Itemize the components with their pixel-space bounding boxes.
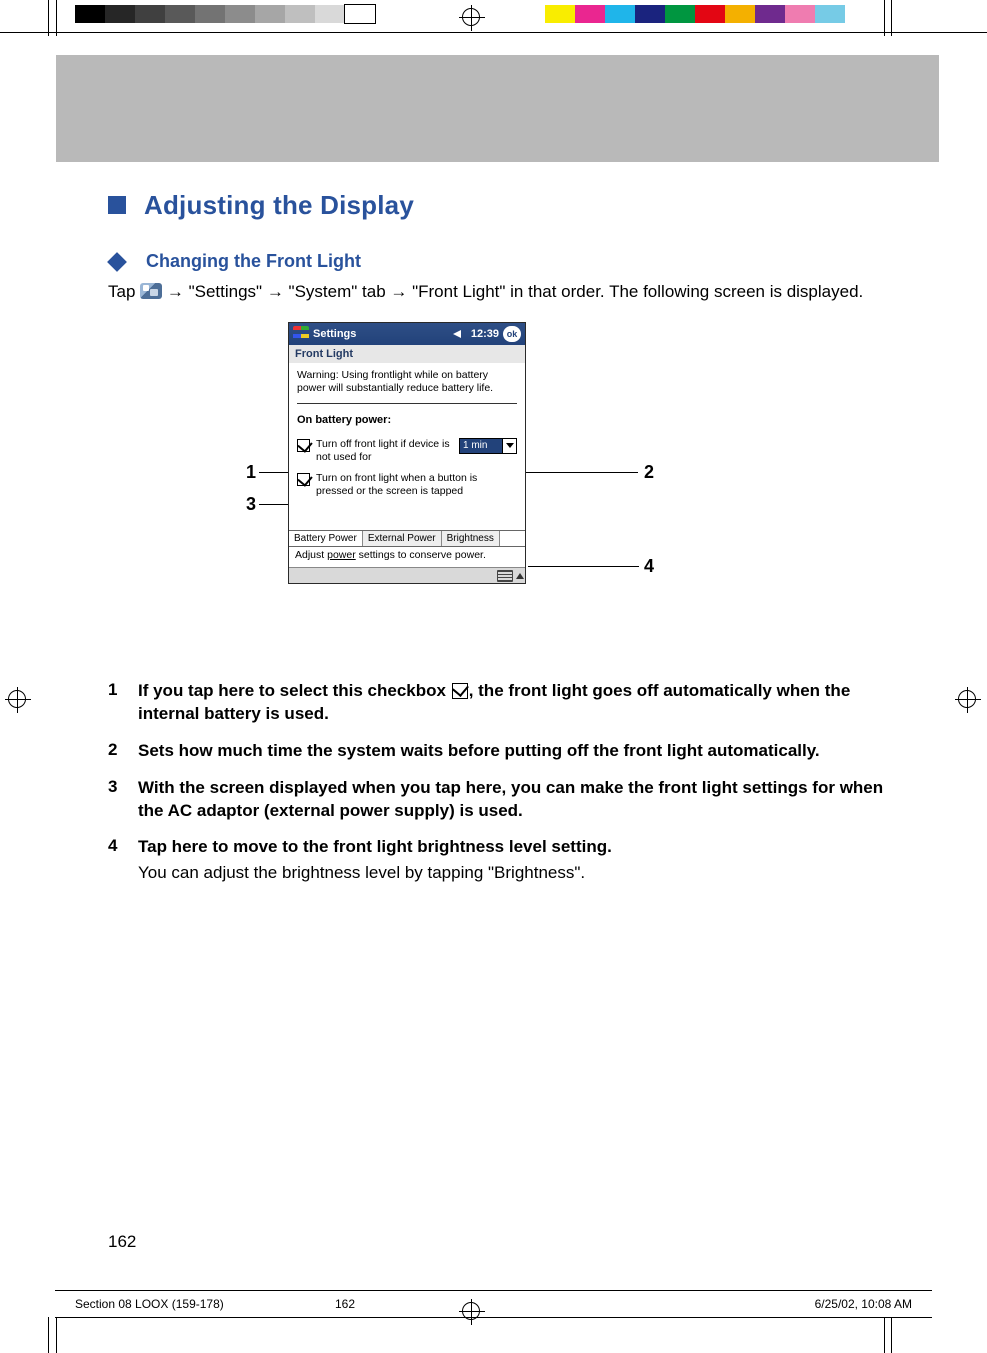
option-1-row: Turn off front light if device is not us… (297, 438, 517, 464)
content-area: Adjusting the Display Changing the Front… (108, 190, 888, 899)
crop-mark (48, 1317, 49, 1353)
diamond-bullet-icon (107, 252, 127, 272)
print-registration-top (0, 4, 987, 26)
divider (297, 403, 517, 404)
explain-body: With the screen displayed when you tap h… (138, 777, 888, 823)
grey-swatches (75, 5, 375, 23)
chevron-down-icon (502, 439, 516, 453)
explain-bold: With the screen displayed when you tap h… (138, 778, 883, 820)
power-link[interactable]: power (327, 549, 356, 561)
crop-mark (891, 0, 892, 36)
crop-mark (48, 0, 49, 36)
power-hint: Adjust power settings to conserve power. (289, 547, 525, 567)
explain-item: 1 If you tap here to select this checkbo… (108, 680, 888, 726)
tab-brightness[interactable]: Brightness (442, 531, 500, 546)
callout-number: 1 (246, 462, 256, 483)
checkbox-turn-on[interactable] (297, 473, 310, 486)
explain-item: 3 With the screen displayed when you tap… (108, 777, 888, 823)
hint-post: settings to conserve power. (356, 549, 486, 561)
page-root: Adjusting the Display Changing the Front… (0, 0, 987, 1353)
callout-number: 2 (644, 462, 654, 483)
page-number: 162 (108, 1232, 136, 1252)
checked-checkbox-icon (452, 683, 468, 699)
registration-mark-icon (462, 8, 480, 26)
device-bottombar (289, 567, 525, 583)
volume-icon[interactable] (453, 327, 467, 341)
on-battery-label: On battery power: (297, 414, 517, 428)
ok-button[interactable]: ok (503, 326, 521, 342)
crop-mark (0, 32, 987, 33)
checkbox-auto-off[interactable] (297, 439, 310, 452)
crop-mark (884, 0, 885, 36)
explain-num: 3 (108, 777, 138, 823)
option-2-row: Turn on front light when a button is pre… (297, 472, 517, 498)
callout-number: 4 (644, 556, 654, 577)
registration-mark-icon (8, 690, 26, 708)
registration-mark-icon (462, 1302, 480, 1320)
device-subtitle: Front Light (289, 345, 525, 363)
explain-body: If you tap here to select this checkbox … (138, 680, 888, 726)
option-2-text: Turn on front light when a button is pre… (316, 472, 517, 498)
timeout-dropdown[interactable]: 1 min (459, 438, 517, 454)
subsection-heading: Changing the Front Light (146, 251, 361, 272)
explain-item: 4 Tap here to move to the front light br… (108, 836, 888, 885)
crop-mark (56, 0, 57, 36)
device-title: Settings (313, 328, 453, 340)
registration-mark-icon (958, 690, 976, 708)
timeout-selected: 1 min (460, 439, 502, 453)
start-flag-icon[interactable] (293, 326, 309, 342)
explain-body: Sets how much time the system waits befo… (138, 740, 888, 763)
device-warning: Warning: Using frontlight while on batte… (297, 369, 517, 395)
explain-num: 2 (108, 740, 138, 763)
footer-timestamp: 6/25/02, 10:08 AM (815, 1297, 912, 1311)
screenshot-wrap: 1 2 3 4 Settings 12:39 o (108, 322, 888, 652)
device-titlebar: Settings 12:39 ok (289, 323, 525, 345)
section-heading-row: Adjusting the Display (108, 190, 888, 221)
explain-bold-pre: If you tap here to select this checkbox (138, 681, 451, 700)
device-tabs: Battery Power External Power Brightness (289, 530, 525, 547)
square-bullet-icon (108, 196, 126, 214)
section-heading: Adjusting the Display (144, 190, 414, 221)
explain-num: 4 (108, 836, 138, 885)
footer-slug: Section 08 LOOX (159-178) (75, 1297, 335, 1311)
hint-pre: Adjust (295, 549, 327, 561)
color-swatches (545, 5, 845, 23)
crop-mark (884, 1317, 885, 1353)
keyboard-icon[interactable] (497, 570, 513, 582)
explain-body: Tap here to move to the front light brig… (138, 836, 888, 885)
explanation-list: 1 If you tap here to select this checkbo… (108, 680, 888, 885)
page-header-band (56, 55, 939, 162)
callout-line (522, 472, 638, 473)
crop-mark (891, 1317, 892, 1353)
callout-number: 3 (246, 494, 256, 515)
chevron-up-icon[interactable] (515, 570, 525, 582)
start-menu-icon (140, 283, 162, 299)
intro-mid: → "Settings" → "System" tab → "Front Lig… (167, 282, 863, 301)
explain-normal: You can adjust the brightness level by t… (138, 861, 888, 885)
tab-external-power[interactable]: External Power (363, 531, 442, 546)
explain-item: 2 Sets how much time the system waits be… (108, 740, 888, 763)
print-slug-footer: Section 08 LOOX (159-178) 162 6/25/02, 1… (55, 1290, 932, 1318)
device-screenshot: Settings 12:39 ok Front Light Warning: U… (288, 322, 526, 585)
device-clock: 12:39 (471, 328, 499, 340)
explain-bold: Tap here to move to the front light brig… (138, 836, 888, 859)
option-1-text: Turn off front light if device is not us… (316, 438, 453, 464)
intro-paragraph: Tap → "Settings" → "System" tab → "Front… (108, 280, 888, 304)
tab-battery-power[interactable]: Battery Power (289, 531, 363, 546)
footer-page: 162 (335, 1297, 465, 1311)
subsection-heading-row: Changing the Front Light (108, 251, 888, 272)
crop-mark (56, 1317, 57, 1353)
intro-pre: Tap (108, 282, 140, 301)
spacer (289, 508, 525, 530)
explain-num: 1 (108, 680, 138, 726)
explain-bold: Sets how much time the system waits befo… (138, 741, 820, 760)
device-body: Warning: Using frontlight while on batte… (289, 363, 525, 509)
callout-line (528, 566, 639, 567)
